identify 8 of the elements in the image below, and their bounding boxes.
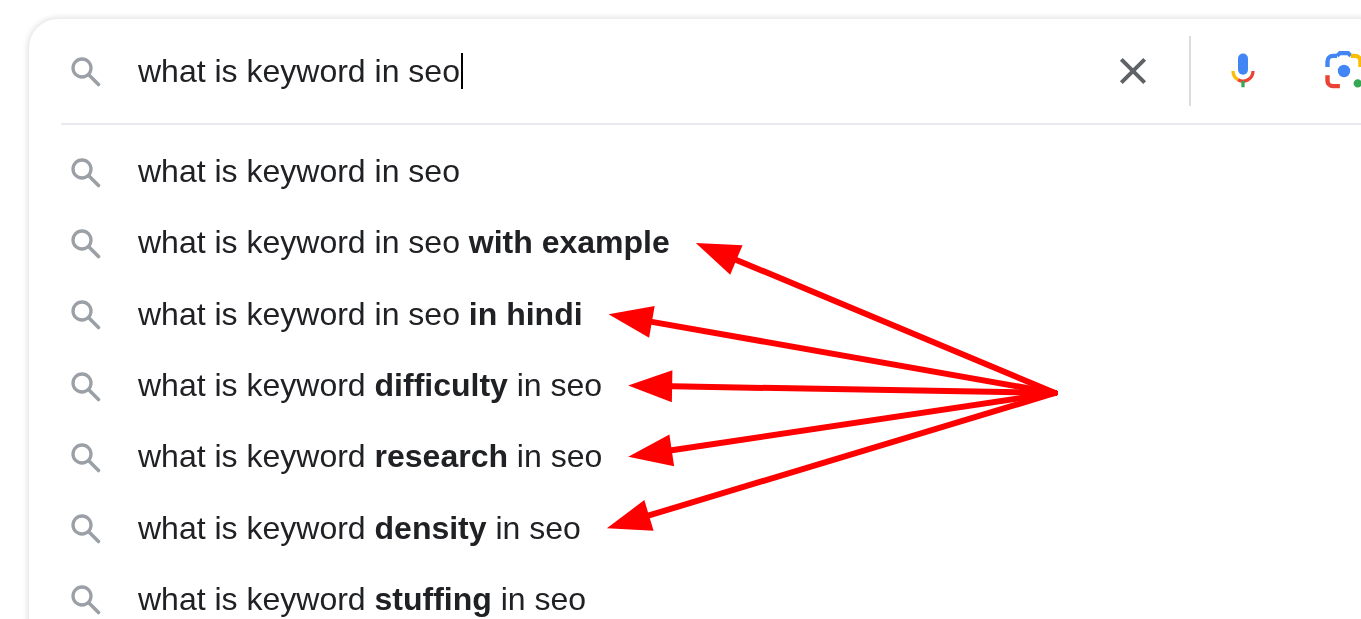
suggestion-item[interactable]: what is keyword difficulty in seo	[29, 349, 1361, 422]
suggestion-item[interactable]: what is keyword density in seo	[29, 492, 1361, 564]
suggestion-item[interactable]: what is keyword in seo	[29, 136, 1361, 208]
suggestion-item[interactable]: what is keyword research in seo	[29, 421, 1361, 493]
suggestion-item[interactable]: what is keyword in seo in hindi	[29, 278, 1361, 350]
search-field[interactable]: what is keyword in seo	[138, 49, 1113, 93]
suggestion-item[interactable]: what is keyword stuffing in seo	[29, 563, 1361, 619]
suggestion-item[interactable]: what is keyword in seo with example	[29, 207, 1361, 279]
